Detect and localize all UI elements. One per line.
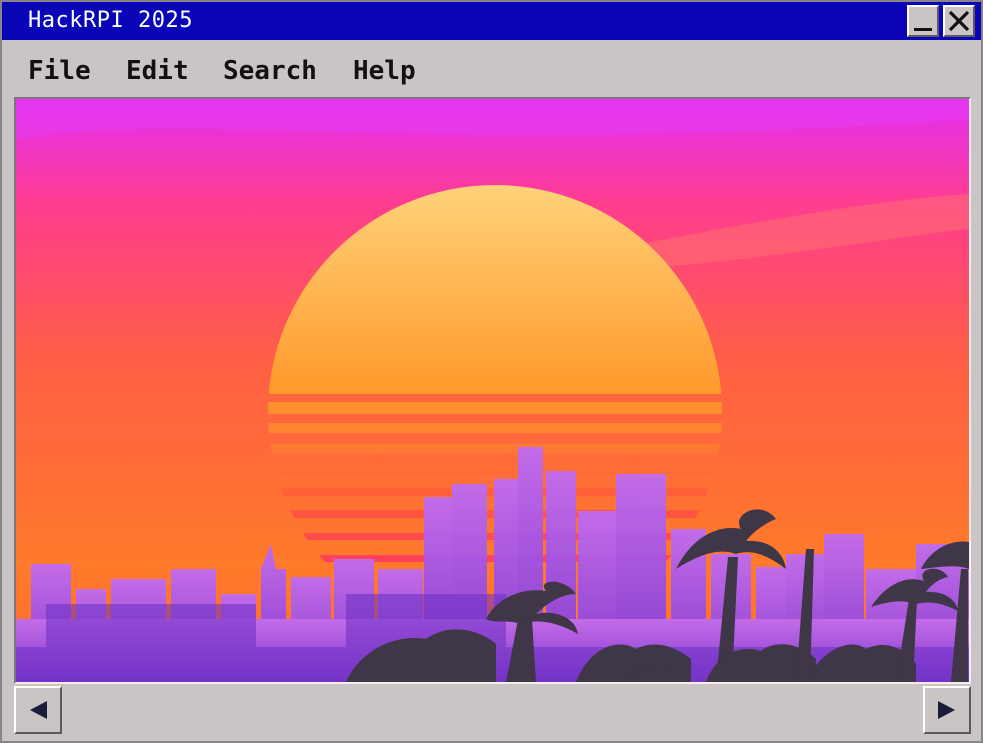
scrollbar-track[interactable] [64,686,921,734]
scroll-right-button[interactable] [923,686,971,734]
image-viewport [14,97,971,684]
title-bar[interactable]: HackRPI 2025 [2,2,981,40]
close-icon [948,10,970,32]
arrow-left-icon [30,701,47,719]
horizontal-scrollbar[interactable] [14,686,971,735]
menu-search[interactable]: Search [223,56,317,86]
scroll-left-button[interactable] [14,686,62,734]
menu-edit[interactable]: Edit [126,56,189,86]
menu-file[interactable]: File [28,56,91,86]
close-button[interactable] [943,5,975,37]
minimize-button[interactable] [907,5,939,37]
menu-help[interactable]: Help [353,56,416,86]
app-window: HackRPI 2025 File Edit Search Help [0,0,983,743]
synthwave-city-image [16,99,969,682]
window-title: HackRPI 2025 [28,8,193,33]
menu-bar: File Edit Search Help [2,48,981,92]
arrow-right-icon [938,701,955,719]
minimize-icon [914,28,932,31]
